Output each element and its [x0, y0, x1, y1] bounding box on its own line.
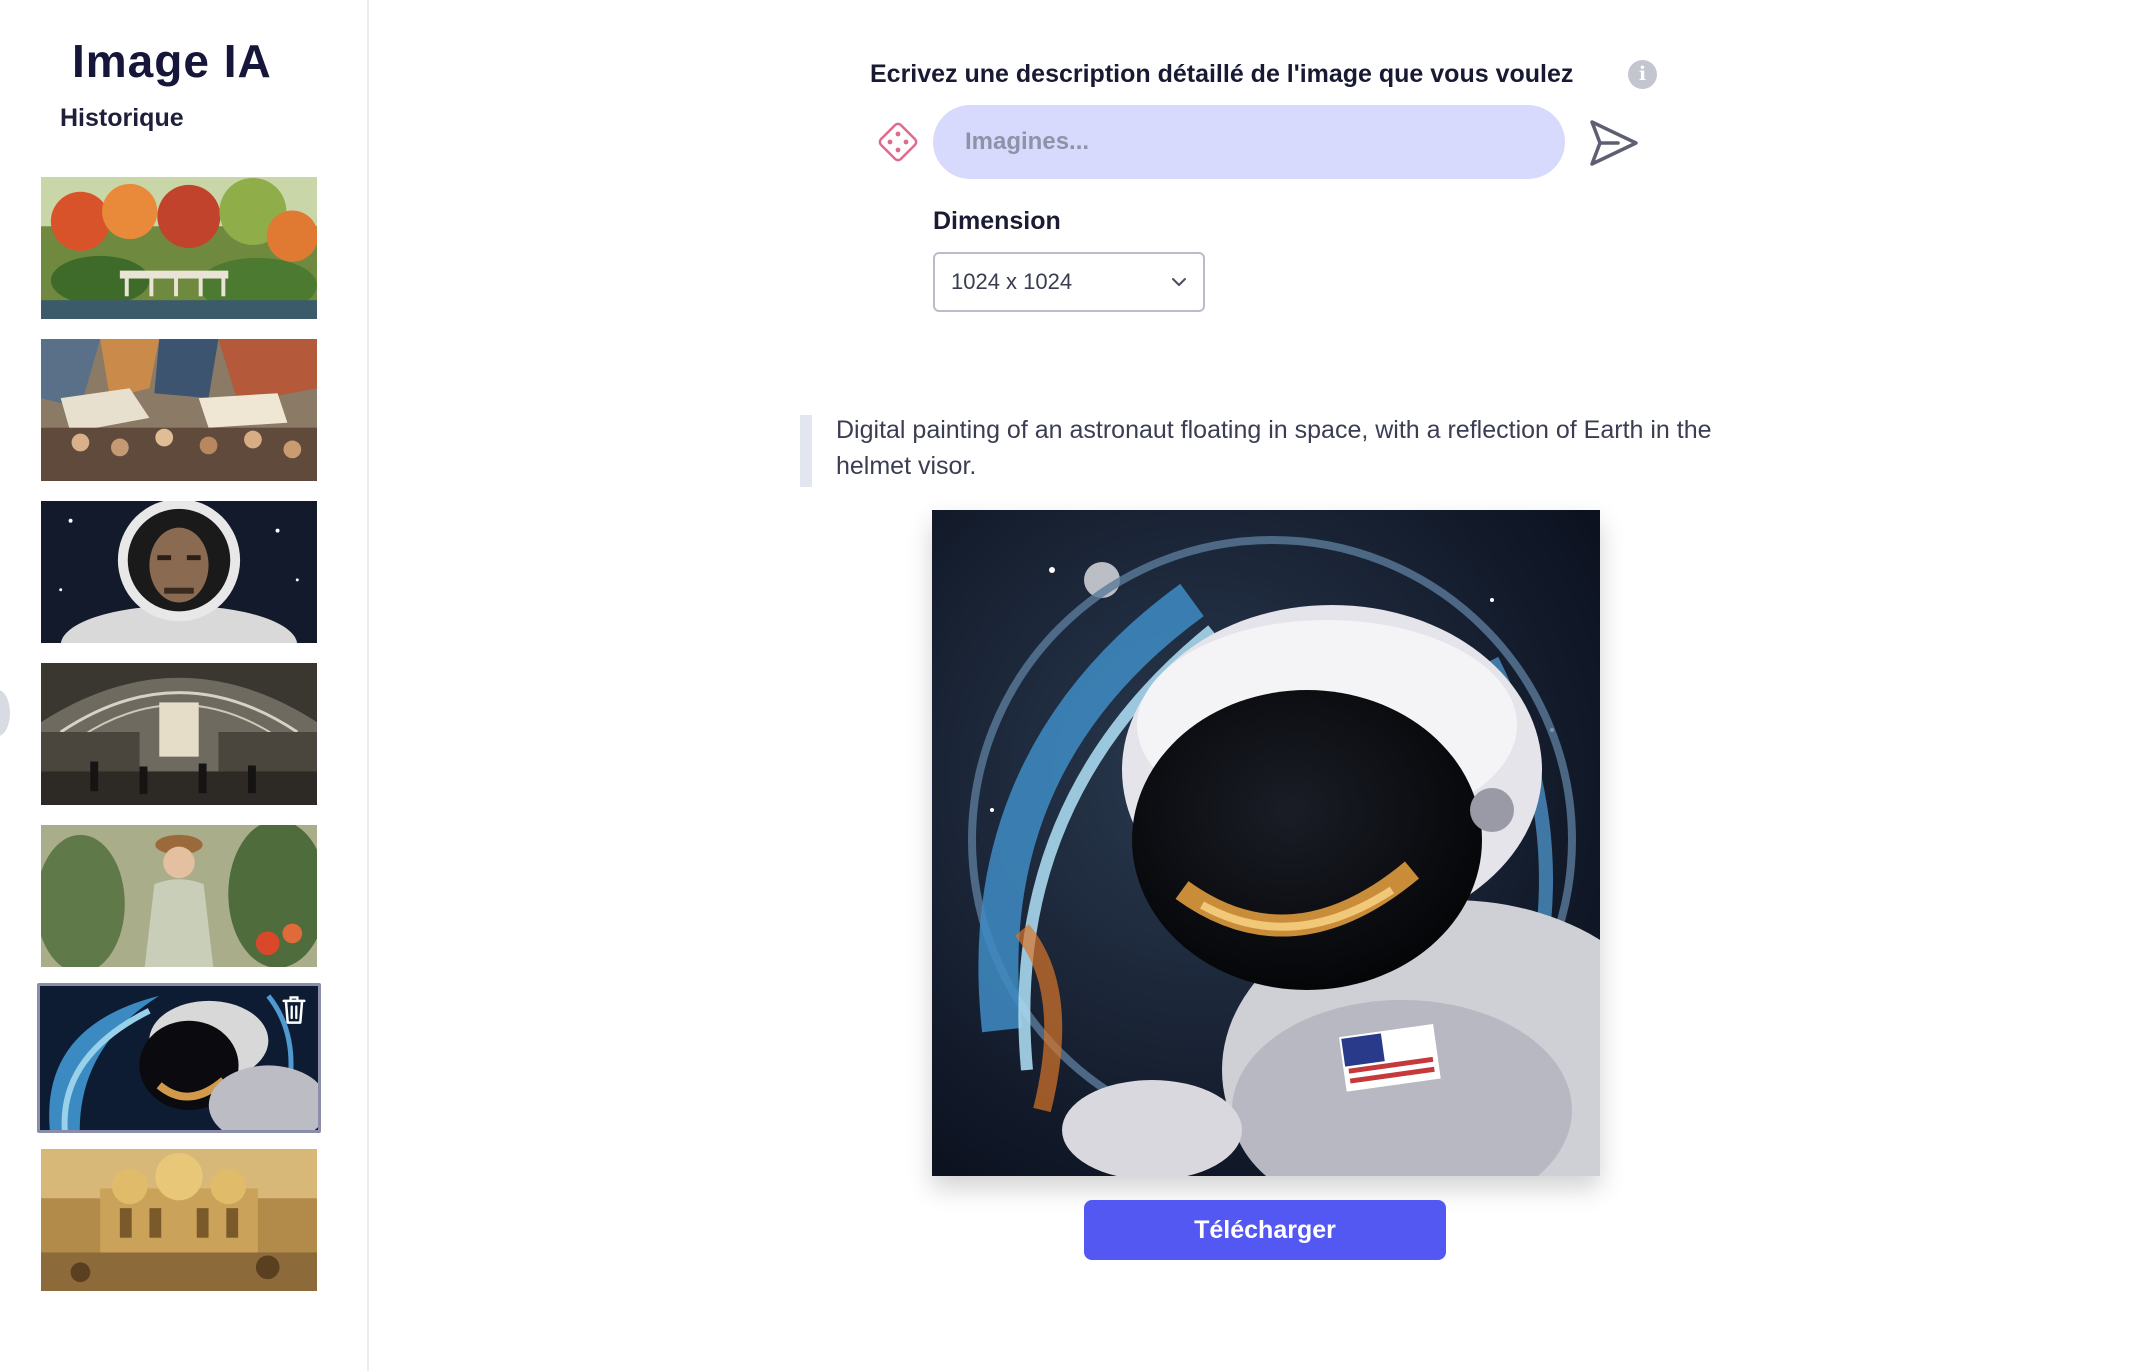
history-item-market[interactable]: [39, 337, 319, 483]
prompt-input[interactable]: [933, 105, 1565, 179]
history-item-greenhouse-woman[interactable]: [39, 823, 319, 969]
dimension-label: Dimension: [933, 207, 1061, 235]
astronaut-earth-thumbnail: [40, 986, 318, 1130]
astronaut-painting: [932, 510, 1600, 1176]
train-station-thumbnail: [41, 663, 317, 805]
history-item-garden[interactable]: [39, 175, 319, 321]
history-item-golden-palace[interactable]: [39, 1147, 319, 1293]
history-item-astronaut-portrait[interactable]: [39, 499, 319, 645]
random-dice-icon[interactable]: [876, 120, 920, 164]
trash-icon[interactable]: [280, 994, 308, 1026]
generated-image: [932, 510, 1600, 1176]
history-title: Historique: [60, 104, 184, 132]
dimension-select[interactable]: 1024 x 1024: [933, 252, 1205, 312]
send-icon[interactable]: [1588, 118, 1640, 168]
history-item-train-station[interactable]: [39, 661, 319, 807]
history-list: [37, 175, 321, 1309]
sidebar-toggle-handle[interactable]: [0, 690, 10, 736]
golden-palace-thumbnail: [41, 1149, 317, 1291]
history-sidebar: Image IA Historique: [0, 0, 369, 1371]
app-title: Image IA: [72, 35, 272, 87]
description-quote-bar: [800, 415, 812, 487]
greenhouse-woman-thumbnail: [41, 825, 317, 967]
astronaut-portrait-thumbnail: [41, 501, 317, 643]
info-icon[interactable]: i: [1628, 60, 1657, 89]
chevron-down-icon: [1172, 278, 1186, 286]
garden-thumbnail: [41, 177, 317, 319]
image-description: Digital painting of an astronaut floatin…: [836, 416, 1712, 480]
dimension-value: 1024 x 1024: [951, 269, 1073, 294]
prompt-label: Ecrivez une description détaillé de l'im…: [870, 60, 1574, 88]
history-item-astronaut-earth[interactable]: [37, 983, 321, 1133]
download-button[interactable]: Télécharger: [1084, 1200, 1446, 1260]
market-thumbnail: [41, 339, 317, 481]
